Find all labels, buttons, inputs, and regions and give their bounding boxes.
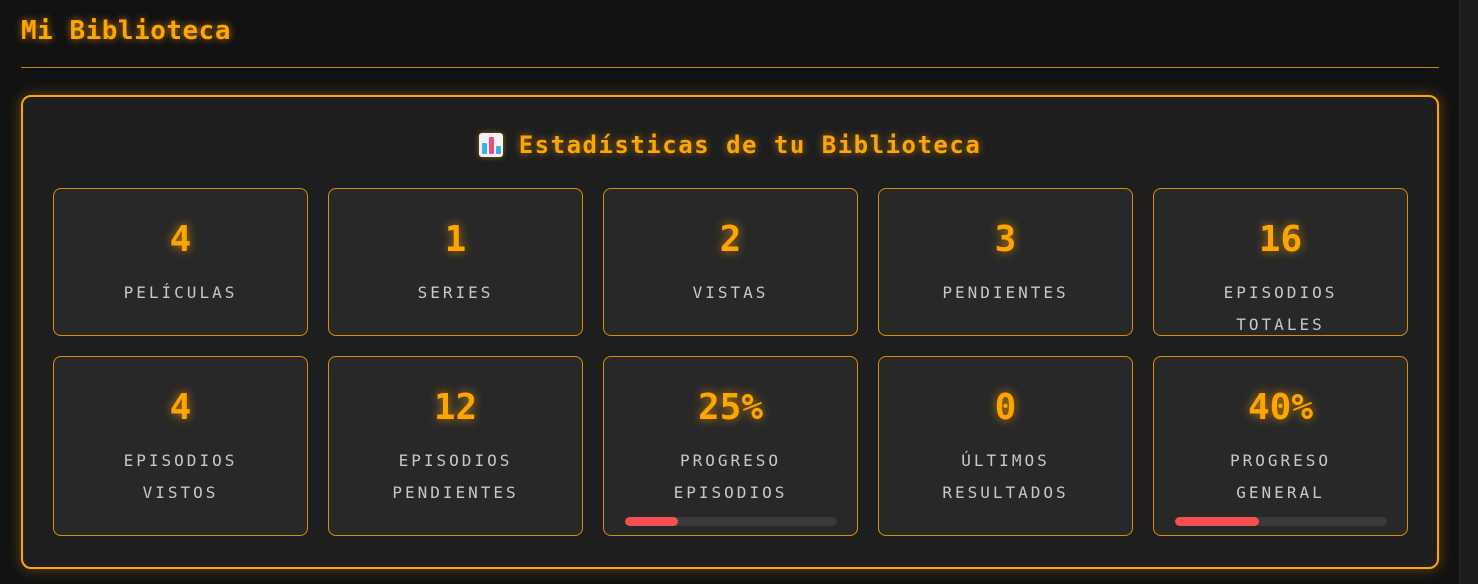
stats-header: Estadísticas de tu Biblioteca	[23, 131, 1437, 159]
stat-value: 4	[169, 387, 192, 428]
progress-fill	[624, 517, 678, 526]
stat-card-episodios-totales: 16 EPISODIOS TOTALES	[1153, 188, 1408, 336]
stat-label: PROGRESO GENERAL	[1229, 451, 1332, 502]
stats-title: Estadísticas de tu Biblioteca	[518, 131, 982, 159]
page: Mi Biblioteca Estadísticas de tu Bibliot…	[0, 0, 1460, 584]
stat-value: 0	[994, 387, 1017, 428]
stat-label: PROGRESO EPISODIOS	[673, 451, 788, 502]
stat-label: EPISODIOS VISTOS	[123, 451, 238, 502]
stat-value: 16	[1258, 219, 1303, 260]
progress-bar	[1174, 517, 1387, 526]
stat-label: SERIES	[417, 283, 494, 302]
stat-value: 4	[169, 219, 192, 260]
stat-value: 2	[719, 219, 742, 260]
stat-card-ultimos-resultados: 0 ÚLTIMOS RESULTADOS	[878, 356, 1133, 536]
stat-label: EPISODIOS TOTALES	[1223, 283, 1338, 334]
stat-value: 12	[433, 387, 478, 428]
progress-fill	[1174, 517, 1260, 526]
stat-value: 1	[444, 219, 467, 260]
stat-card-peliculas: 4 PELÍCULAS	[53, 188, 308, 336]
stat-card-vistas: 2 VISTAS	[603, 188, 858, 336]
stat-card-pendientes: 3 PENDIENTES	[878, 188, 1133, 336]
stat-label: PELÍCULAS	[123, 283, 238, 302]
stat-card-episodios-pendientes: 12 EPISODIOS PENDIENTES	[328, 356, 583, 536]
stat-value: 40%	[1247, 387, 1314, 428]
stat-card-progreso-episodios: 25% PROGRESO EPISODIOS	[603, 356, 858, 536]
stat-label: EPISODIOS PENDIENTES	[392, 451, 519, 502]
stat-card-progreso-general: 40% PROGRESO GENERAL	[1153, 356, 1408, 536]
bar-chart-icon	[478, 133, 503, 157]
stat-label: PENDIENTES	[942, 283, 1069, 302]
stat-card-series: 1 SERIES	[328, 188, 583, 336]
stats-panel: Estadísticas de tu Biblioteca 4 PELÍCULA…	[21, 95, 1439, 569]
stat-value: 25%	[697, 387, 764, 428]
stat-label: ÚLTIMOS RESULTADOS	[942, 451, 1069, 502]
vertical-scrollbar[interactable]	[1459, 0, 1478, 584]
stat-card-episodios-vistos: 4 EPISODIOS VISTOS	[53, 356, 308, 536]
title-divider	[21, 67, 1439, 68]
progress-bar	[624, 517, 837, 526]
page-title: Mi Biblioteca	[21, 16, 231, 46]
stats-grid: 4 PELÍCULAS 1 SERIES 2 VISTAS 3 PENDIENT…	[53, 188, 1408, 536]
stat-label: VISTAS	[692, 283, 769, 302]
stat-value: 3	[994, 219, 1017, 260]
